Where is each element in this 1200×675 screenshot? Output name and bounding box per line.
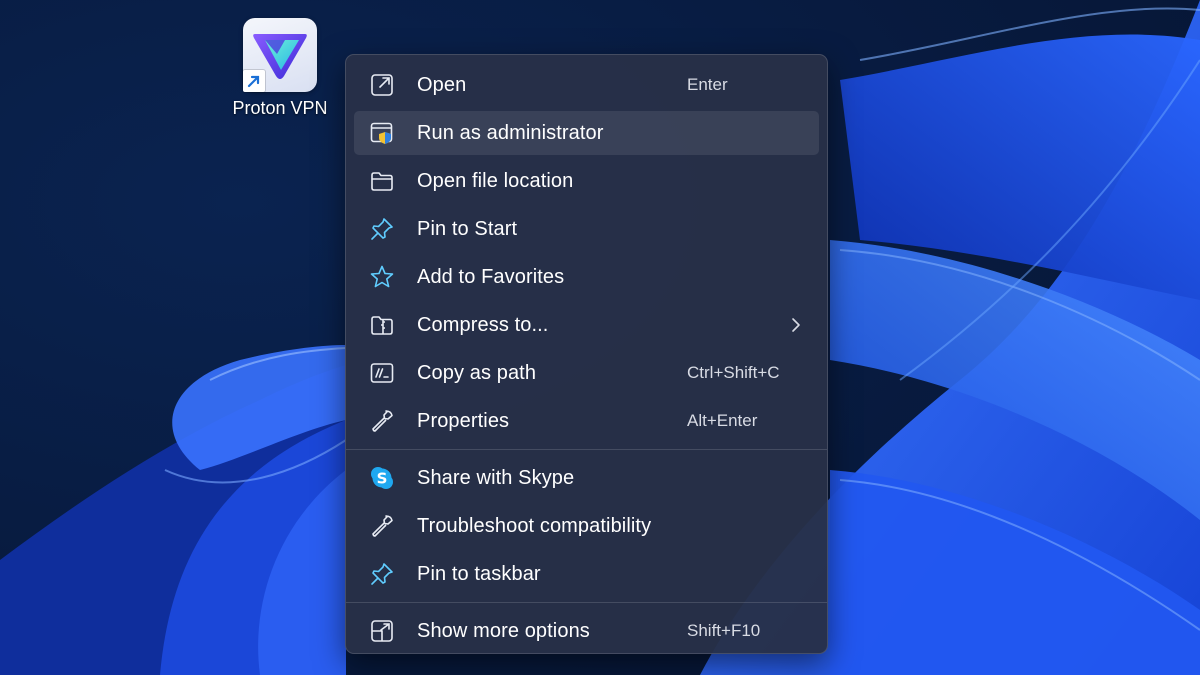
menu-item-troubleshoot-compatibility[interactable]: Troubleshoot compatibility	[354, 504, 819, 548]
menu-item-properties[interactable]: Properties Alt+Enter	[354, 399, 819, 443]
proton-vpn-app-icon	[243, 18, 317, 92]
menu-item-run-as-administrator[interactable]: Run as administrator	[354, 111, 819, 155]
menu-separator	[346, 449, 827, 450]
menu-item-label: Troubleshoot compatibility	[417, 514, 652, 537]
skype-icon: S	[368, 464, 396, 492]
wrench-icon	[368, 407, 396, 435]
menu-item-label: Add to Favorites	[417, 265, 565, 288]
svg-text:S: S	[377, 470, 388, 488]
menu-item-add-to-favorites[interactable]: Add to Favorites	[354, 255, 819, 299]
menu-item-label: Share with Skype	[417, 466, 575, 489]
desktop-icon-label: Proton VPN	[232, 98, 328, 118]
menu-item-label: Pin to taskbar	[417, 562, 541, 585]
menu-item-shortcut: Ctrl+Shift+C	[687, 363, 780, 382]
menu-item-open[interactable]: Open Enter	[354, 63, 819, 107]
menu-item-copy-as-path[interactable]: Copy as path Ctrl+Shift+C	[354, 351, 819, 395]
menu-item-shortcut: Enter	[687, 75, 728, 94]
menu-separator	[346, 602, 827, 603]
wrench-icon	[368, 512, 396, 540]
admin-shield-icon	[368, 119, 396, 147]
menu-item-shortcut: Shift+F10	[687, 621, 761, 640]
menu-item-label: Copy as path	[417, 361, 537, 384]
menu-item-label: Compress to...	[417, 313, 549, 336]
menu-item-label: Open	[417, 73, 467, 96]
shortcut-arrow-icon	[243, 70, 265, 92]
star-icon	[368, 263, 396, 291]
more-options-icon	[368, 617, 396, 645]
path-icon	[368, 359, 396, 387]
menu-item-shortcut: Alt+Enter	[687, 411, 758, 430]
pin-icon	[368, 560, 396, 588]
chevron-right-icon	[789, 316, 803, 339]
menu-item-label: Properties	[417, 409, 510, 432]
context-menu: Open Enter Run as administrator Open file…	[345, 54, 828, 654]
menu-item-pin-to-taskbar[interactable]: Pin to taskbar	[354, 552, 819, 596]
menu-item-open-file-location[interactable]: Open file location	[354, 159, 819, 203]
folder-icon	[368, 167, 396, 195]
pin-icon	[368, 215, 396, 243]
menu-item-label: Open file location	[417, 169, 574, 192]
menu-item-compress-to[interactable]: Compress to...	[354, 303, 819, 347]
open-icon	[368, 71, 396, 99]
menu-item-label: Pin to Start	[417, 217, 518, 240]
menu-item-pin-to-start[interactable]: Pin to Start	[354, 207, 819, 251]
menu-item-label: Show more options	[417, 619, 590, 642]
desktop-shortcut-proton-vpn[interactable]: Proton VPN	[224, 14, 336, 119]
menu-item-show-more-options[interactable]: Show more options Shift+F10	[354, 609, 819, 653]
zip-folder-icon	[368, 311, 396, 339]
menu-item-share-with-skype[interactable]: S Share with Skype	[354, 456, 819, 500]
menu-item-label: Run as administrator	[417, 121, 604, 144]
